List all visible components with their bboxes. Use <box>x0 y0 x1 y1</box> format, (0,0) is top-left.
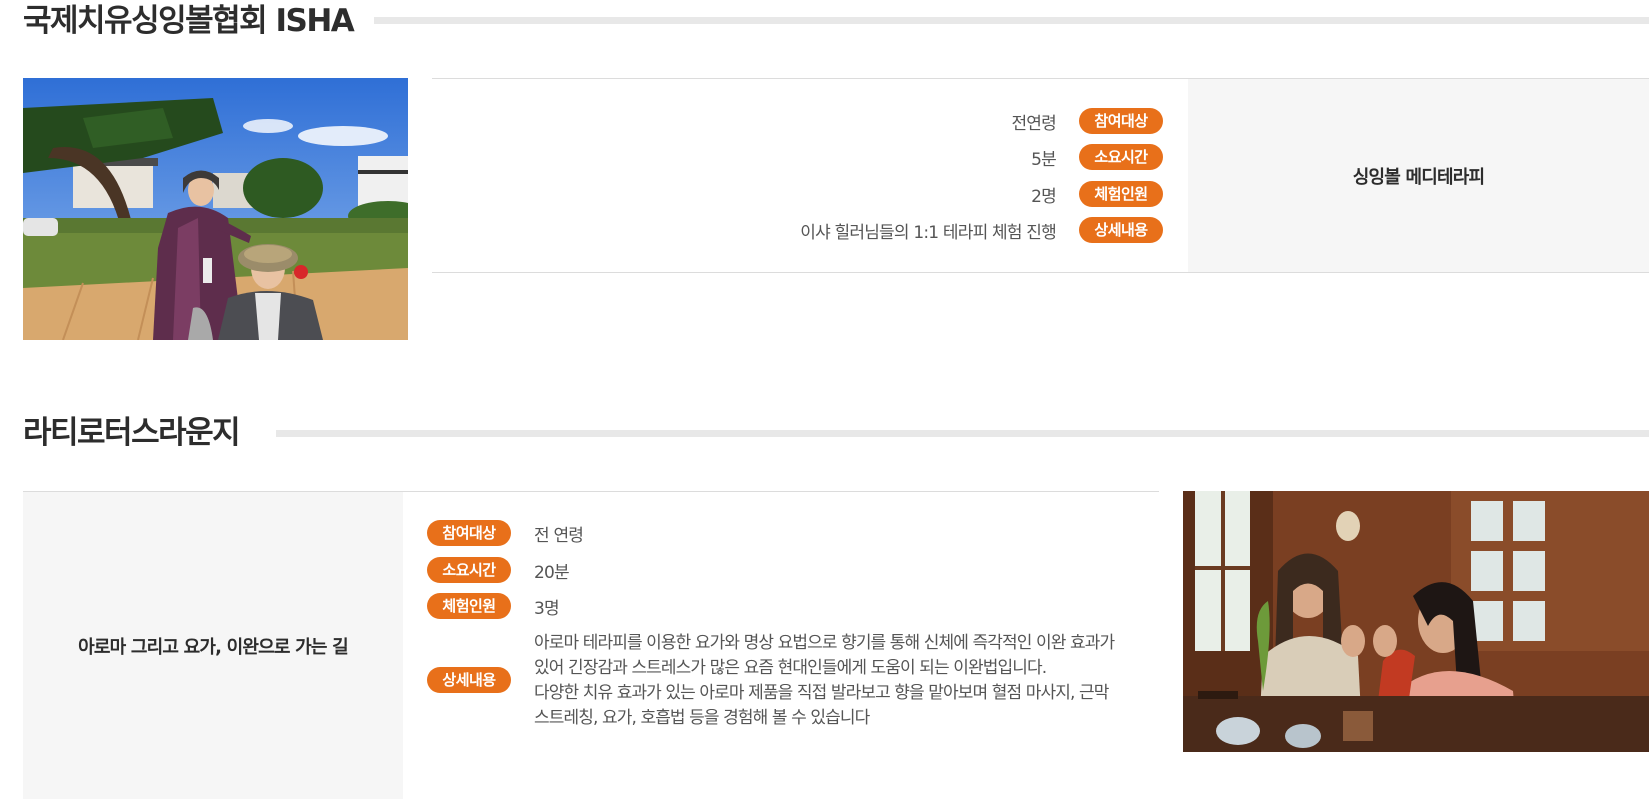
program-name-panel: 아로마 그리고 요가, 이완으로 가는 길 <box>23 492 403 799</box>
info-row-capacity: 체험인원 3명 <box>427 593 560 619</box>
info-value: 20분 <box>534 562 570 583</box>
detail-line: 다양한 치유 효과가 있는 아로마 제품을 직접 발라보고 향을 맡아보며 혈점… <box>534 683 1109 703</box>
info-value: 3명 <box>534 598 560 619</box>
info-row-target: 전연령 참여대상 <box>1011 108 1163 134</box>
badge-detail: 상세내용 <box>1079 217 1163 243</box>
singing-bowl-photo <box>23 78 408 340</box>
info-bottom-border <box>432 272 1649 273</box>
info-row-capacity: 2명 체험인원 <box>1031 181 1163 207</box>
section-divider <box>276 430 1649 437</box>
info-row-duration: 5분 소요시간 <box>1031 144 1163 170</box>
info-value: 5분 <box>1031 149 1057 170</box>
section-divider <box>374 17 1649 24</box>
program-name: 싱잉볼 메디테라피 <box>1352 166 1485 188</box>
info-row-duration: 소요시간 20분 <box>427 557 570 583</box>
detail-description: 아로마 테라피를 이용한 요가와 명상 요법으로 향기를 통해 신체에 즉각적인… <box>534 631 1134 731</box>
badge-capacity: 체험인원 <box>1079 181 1163 207</box>
info-value: 전연령 <box>1011 113 1056 134</box>
info-value: 전 연령 <box>534 525 584 546</box>
section-title: 국제치유싱잉볼협회 ISHA <box>23 1 368 41</box>
detail-line: 있어 긴장감과 스트레스가 많은 요즘 현대인들에게 도움이 되는 이완법입니다… <box>534 658 1047 678</box>
badge-capacity: 체험인원 <box>427 593 511 619</box>
section-title: 라티로터스라운지 <box>23 413 254 453</box>
info-row-detail: 이샤 힐러님들의 1:1 테라피 체험 진행 상세내용 <box>800 217 1163 243</box>
badge-target: 참여대상 <box>1079 108 1163 134</box>
badge-duration: 소요시간 <box>427 557 511 583</box>
aroma-yoga-photo <box>1183 491 1649 752</box>
detail-line: 스트레칭, 요가, 호흡법 등을 경험해 볼 수 있습니다 <box>534 708 870 728</box>
badge-duration: 소요시간 <box>1079 144 1163 170</box>
info-row-detail: 상세내용 <box>427 667 511 693</box>
info-value: 이샤 힐러님들의 1:1 테라피 체험 진행 <box>800 222 1057 243</box>
badge-detail: 상세내용 <box>427 667 511 693</box>
detail-line: 아로마 테라피를 이용한 요가와 명상 요법으로 향기를 통해 신체에 즉각적인… <box>534 633 1115 653</box>
info-value: 2명 <box>1031 186 1057 207</box>
info-row-target: 참여대상 전 연령 <box>427 520 584 546</box>
badge-target: 참여대상 <box>427 520 511 546</box>
program-name-panel: 싱잉볼 메디테라피 <box>1188 79 1649 272</box>
program-name: 아로마 그리고 요가, 이완으로 가는 길 <box>78 636 349 658</box>
